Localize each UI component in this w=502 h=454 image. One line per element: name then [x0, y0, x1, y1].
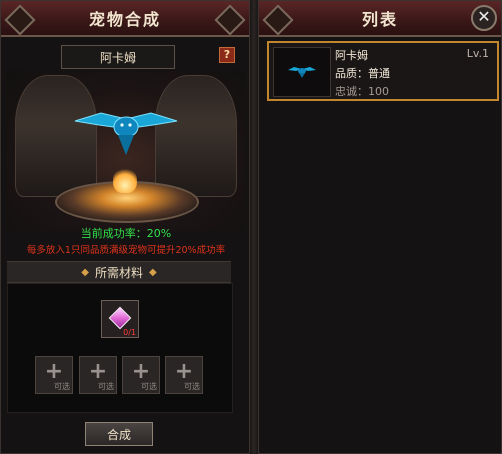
plus-icon: + — [44, 359, 64, 384]
panel-title: 宠物合成 — [88, 10, 161, 29]
diamond-icon: ◆ — [81, 266, 89, 278]
optional-label: 可选 — [141, 382, 157, 391]
success-rate-text: 当前成功率：20% — [80, 227, 172, 240]
pet-level: Lv.1 — [466, 47, 489, 60]
panel-title: 列表 — [361, 10, 398, 29]
left-header: 宠物合成 — [1, 1, 249, 37]
diamond-icon: ◆ — [149, 266, 157, 278]
flame-icon — [113, 167, 137, 193]
help-icon[interactable]: ? — [219, 47, 235, 63]
plus-icon: + — [88, 359, 108, 384]
plus-icon: + — [174, 359, 194, 384]
pet-loyalty: 忠诚：100 — [335, 85, 389, 98]
plus-icon: + — [131, 359, 151, 384]
panel-divider — [250, 0, 258, 454]
pink-gem-icon — [108, 306, 132, 330]
pet-thumbnail-icon — [288, 67, 316, 78]
optional-pet-slot[interactable]: + 可选 — [122, 356, 160, 394]
materials-title: 所需材料 — [94, 265, 143, 280]
materials-header: ◆ 所需材料 ◆ — [7, 261, 231, 283]
pet-name: 阿卡姆 — [335, 49, 368, 62]
optional-pet-slot[interactable]: + 可选 — [35, 356, 73, 394]
ornament-icon — [4, 4, 36, 36]
pet-list-item[interactable]: 阿卡姆 Lv.1 品质：普通 忠诚：100 — [267, 41, 499, 101]
pet-name-label: 阿卡姆 — [61, 45, 175, 69]
bonus-hint-text: 每多放入1只同品质满级宠物可提升20%成功率 — [26, 245, 226, 256]
ornament-icon — [262, 4, 294, 36]
pet-display-scene — [7, 71, 245, 231]
pet-list-panel: 列表 ✕ 阿卡姆 Lv.1 品质：普通 忠诚：100 — [258, 0, 502, 454]
materials-box: 0/1 + 可选 + 可选 + 可选 + 可选 — [7, 283, 233, 413]
pet-quality: 品质：普通 — [335, 67, 390, 80]
ornament-icon — [214, 4, 246, 36]
required-material-slot[interactable]: 0/1 — [101, 300, 139, 338]
close-icon[interactable]: ✕ — [471, 5, 497, 31]
pet-model-image — [74, 112, 178, 155]
pet-thumbnail — [273, 47, 331, 97]
optional-pet-slot[interactable]: + 可选 — [79, 356, 117, 394]
right-header: 列表 ✕ — [259, 1, 501, 37]
optional-label: 可选 — [184, 382, 200, 391]
compose-button[interactable]: 合成 — [85, 422, 153, 446]
optional-pet-slot[interactable]: + 可选 — [165, 356, 203, 394]
optional-label: 可选 — [54, 382, 70, 391]
optional-label: 可选 — [98, 382, 114, 391]
material-count: 0/1 — [123, 328, 136, 337]
pet-synthesis-panel: 宠物合成 阿卡姆 ? 当前成功率：20% 每多放入1只同品质满级宠物可提升20%… — [0, 0, 250, 454]
